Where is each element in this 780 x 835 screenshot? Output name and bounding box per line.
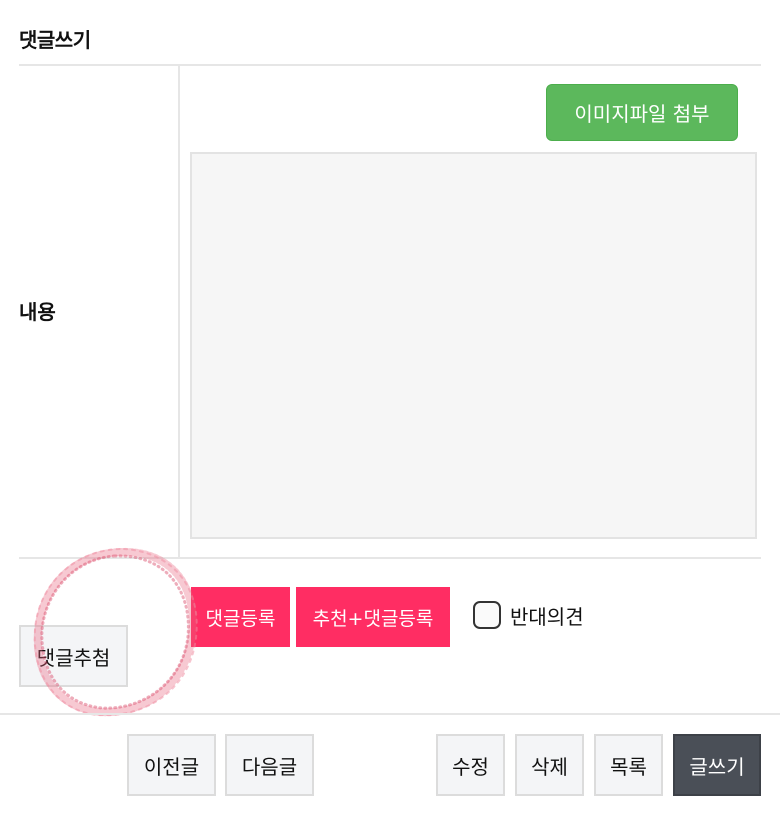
label-column-divider — [178, 64, 180, 557]
top-divider — [19, 64, 761, 66]
comment-textarea[interactable] — [190, 152, 757, 539]
oppose-checkbox[interactable] — [473, 601, 501, 629]
attach-image-button[interactable]: 이미지파일 첨부 — [546, 84, 738, 141]
list-button[interactable]: 목록 — [594, 734, 663, 796]
oppose-checkbox-label: 반대의견 — [510, 605, 584, 629]
prev-post-button[interactable]: 이전글 — [127, 734, 216, 796]
edit-button[interactable]: 수정 — [436, 734, 505, 796]
bottom-nav-divider — [0, 713, 780, 715]
write-post-button[interactable]: 글쓰기 — [673, 734, 761, 796]
delete-button[interactable]: 삭제 — [515, 734, 584, 796]
content-label: 내용 — [19, 300, 56, 324]
form-bottom-divider — [19, 557, 761, 559]
section-title: 댓글쓰기 — [19, 28, 91, 52]
register-comment-button[interactable]: 댓글등록 — [191, 587, 290, 647]
next-post-button[interactable]: 다음글 — [225, 734, 314, 796]
recommend-comment-button[interactable]: 댓글추첨 — [19, 625, 128, 687]
recommend-register-button[interactable]: 추천+댓글등록 — [296, 587, 450, 647]
